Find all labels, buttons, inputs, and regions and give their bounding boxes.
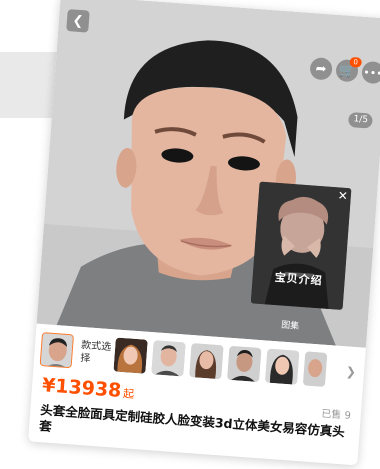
video-preview[interactable]: ✕ 宝贝介绍 [250, 181, 352, 310]
variant-thumb-image [113, 337, 148, 374]
more-icon: ••• [362, 65, 380, 80]
chevron-right-icon[interactable]: ❯ [345, 364, 356, 379]
variant-thumb-5[interactable] [227, 345, 262, 383]
variant-thumb-image [302, 351, 328, 387]
product-image[interactable]: ❮ ➦ 🛒 0 ••• 1/5 ✕ 宝贝介绍 图集 [36, 0, 380, 348]
sold-count: 已售 9 [320, 408, 352, 422]
gallery-label[interactable]: 图集 [281, 318, 300, 332]
phone-screen: ❮ ➦ 🛒 0 ••• 1/5 ✕ 宝贝介绍 图集 款式选择 ❯ ¥13938起… [28, 0, 380, 466]
back-arrow-icon: ❮ [71, 12, 84, 29]
variant-thumb-image [151, 340, 186, 377]
back-button[interactable]: ❮ [66, 9, 90, 33]
share-icon: ➦ [315, 60, 328, 77]
variant-thumb-image [40, 333, 74, 369]
variant-thumb-6[interactable] [264, 348, 300, 385]
variant-thumb-2[interactable] [113, 337, 148, 374]
variant-thumb-4[interactable] [189, 343, 224, 380]
variant-thumb-7[interactable] [302, 351, 328, 387]
variant-thumb-1[interactable] [39, 332, 74, 369]
video-thumbnail [250, 181, 352, 310]
image-counter: 1/5 [347, 111, 374, 129]
variant-thumb-image [264, 348, 300, 385]
price-suffix: 起 [122, 387, 135, 401]
video-close-icon[interactable]: ✕ [337, 188, 348, 203]
variant-thumb-3[interactable] [151, 340, 186, 377]
screenshot-page: ❮ ➦ 🛒 0 ••• 1/5 ✕ 宝贝介绍 图集 款式选择 ❯ ¥13938起… [0, 0, 380, 469]
variant-thumb-image [189, 343, 224, 380]
variant-label: 款式选择 [79, 339, 112, 365]
cart-badge: 0 [349, 56, 363, 68]
variant-thumb-image [227, 345, 262, 383]
price-value: ¥13938 [41, 374, 123, 402]
